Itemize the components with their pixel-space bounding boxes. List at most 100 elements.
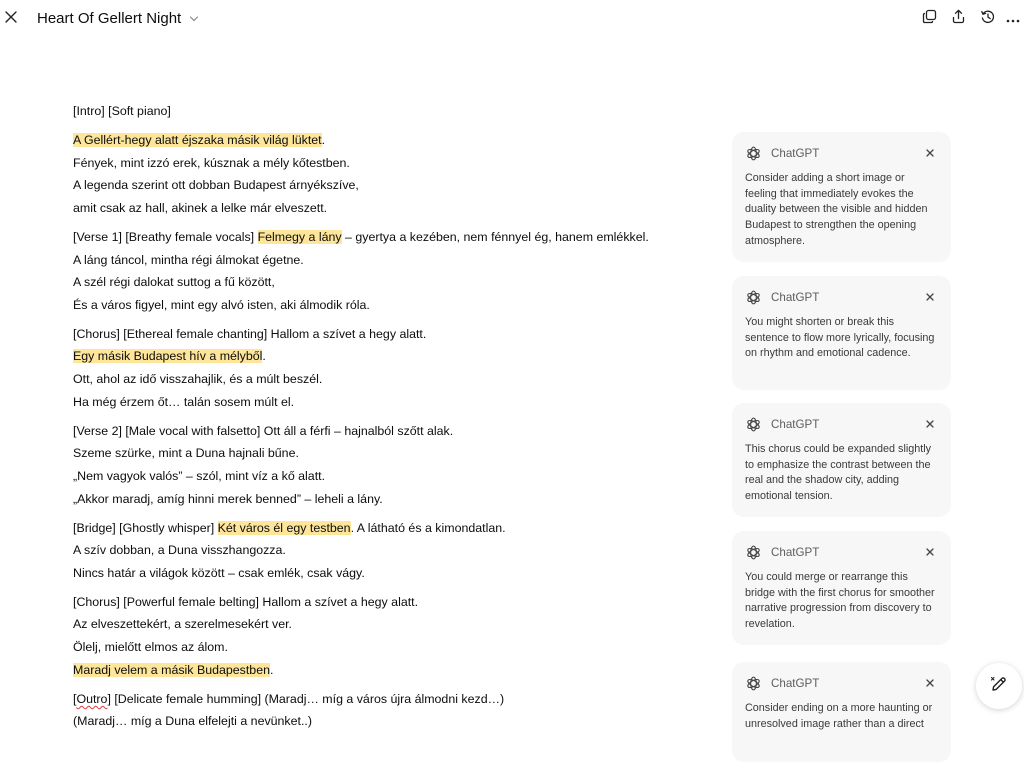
text-segment: [Bridge] [Ghostly whisper] <box>73 520 218 535</box>
text-segment: [Verse 1] [Breathy female vocals] <box>73 229 258 244</box>
text-line: Fények, mint izzó erek, kúsznak a mély k… <box>73 152 713 175</box>
comment-header: ChatGPT <box>745 288 937 306</box>
comment-header: ChatGPT <box>745 415 937 433</box>
highlighted-text[interactable]: A Gellért-hegy alatt éjszaka másik világ… <box>73 133 322 148</box>
comment-card[interactable]: ChatGPT Consider adding a short image or… <box>732 132 951 262</box>
text-segment: amit csak az hall, akinek a lelke már el… <box>73 200 328 215</box>
comment-text: You might shorten or break this sentence… <box>745 316 935 360</box>
edit-icon <box>989 674 1009 699</box>
text-segment: Ha még érzem őt… talán sosem múlt el. <box>73 394 295 409</box>
comment-author: ChatGPT <box>771 290 820 304</box>
text-segment: [Chorus] [Ethereal female chanting] Hall… <box>73 326 427 341</box>
dismiss-comment-button[interactable] <box>923 545 937 559</box>
document-editor[interactable]: [Intro] [Soft piano] A Gellért-hegy alatt… <box>73 100 713 739</box>
text-line: „Nem vagyok valós” – szól, mint víz a kő… <box>73 465 713 488</box>
top-bar: Heart Of Gellert Night <box>0 0 1024 40</box>
close-icon <box>926 674 934 692</box>
copy-icon <box>922 9 937 29</box>
document-title: Heart Of Gellert Night <box>37 10 182 27</box>
comment-card[interactable]: ChatGPT Consider ending on a more haunti… <box>732 662 951 762</box>
comment-card[interactable]: ChatGPT This chorus could be expanded sl… <box>732 403 951 517</box>
share-button[interactable] <box>944 8 973 30</box>
text-segment: [Verse 2] [Male vocal with falsetto] Ott… <box>73 423 454 438</box>
dismiss-comment-button[interactable] <box>923 417 937 431</box>
text-line: Szeme szürke, mint a Duna hajnali bűne. <box>73 442 713 465</box>
text-segment: A szél régi dalokat suttog a fű között, <box>73 275 275 290</box>
top-actions <box>915 8 1024 30</box>
text-segment: Fények, mint izzó erek, kúsznak a mély k… <box>73 155 350 170</box>
comment-header: ChatGPT <box>745 674 937 692</box>
text-segment: Szeme szürke, mint a Duna hajnali bűne. <box>73 446 299 461</box>
highlighted-text[interactable]: Felmegy a lány <box>257 229 342 244</box>
text-line: amit csak az hall, akinek a lelke már el… <box>73 197 713 220</box>
close-button[interactable] <box>2 9 20 29</box>
text-segment: [Chorus] [Powerful female belting] Hallo… <box>73 594 419 609</box>
text-line: És a város figyel, mint egy alvó isten, … <box>73 294 713 317</box>
comment-card[interactable]: ChatGPT You might shorten or break this … <box>732 276 951 390</box>
text-line: [Bridge] [Ghostly whisper] Két város él … <box>73 517 713 540</box>
text-segment: És a város figyel, mint egy alvó isten, … <box>73 297 370 312</box>
text-line: (Maradj… míg a Duna elfelejti a nevünket… <box>73 710 713 733</box>
more-icon <box>1006 10 1020 28</box>
more-button[interactable] <box>1002 8 1024 30</box>
text-line: [Chorus] [Ethereal female chanting] Hall… <box>73 323 713 346</box>
text-segment: . A látható és a kimondatlan. <box>350 520 506 535</box>
text-segment: . <box>321 133 326 148</box>
text-segment: . <box>269 662 274 677</box>
text-segment: Nincs határ a világok között – csak emlé… <box>73 565 365 580</box>
highlighted-text[interactable]: Egy másik Budapest hív a mélyből <box>73 349 263 364</box>
text-segment: A szív dobban, a Duna visszhangozza. <box>73 543 286 558</box>
text-line: A szél régi dalokat suttog a fű között, <box>73 271 713 294</box>
copy-button[interactable] <box>915 8 944 30</box>
comment-text: Consider ending on a more haunting or un… <box>745 702 933 730</box>
highlighted-text[interactable]: Maradj velem a másik Budapestben <box>73 662 270 677</box>
dismiss-comment-button[interactable] <box>923 146 937 160</box>
share-icon <box>951 9 966 29</box>
chatgpt-logo-icon <box>745 145 762 162</box>
dismiss-comment-button[interactable] <box>923 676 937 690</box>
text-line: A láng táncol, mintha régi álmokat égetn… <box>73 249 713 272</box>
comment-author: ChatGPT <box>771 417 820 431</box>
dismiss-comment-button[interactable] <box>923 290 937 304</box>
chatgpt-logo-icon <box>745 416 762 433</box>
close-icon <box>926 144 934 162</box>
text-segment: Ott, ahol az idő visszahajlik, és a múlt… <box>73 372 323 387</box>
comment-header: ChatGPT <box>745 543 937 561</box>
text-line: A szív dobban, a Duna visszhangozza. <box>73 539 713 562</box>
text-segment: – gyertya a kezében, nem fénnyel ég, han… <box>341 229 649 244</box>
comment-header: ChatGPT <box>745 144 937 162</box>
text-segment: [Intro] [Soft piano] <box>73 104 171 118</box>
comment-text: You could merge or rearrange this bridge… <box>745 571 935 631</box>
close-icon <box>926 288 934 306</box>
text-line: Egy másik Budapest hív a mélyből. <box>73 345 713 368</box>
chevron-down-icon <box>189 15 199 23</box>
text-line: A legenda szerint ott dobban Budapest ár… <box>73 174 713 197</box>
close-icon <box>5 10 17 28</box>
text-segment: (Maradj… míg a Duna elfelejti a nevünket… <box>73 714 312 729</box>
misspelled-word[interactable]: Outro <box>76 692 107 706</box>
text-line: A Gellért-hegy alatt éjszaka másik világ… <box>73 129 713 152</box>
text-line: „Akkor maradj, amíg hinni merek benned” … <box>73 488 713 511</box>
text-segment: A láng táncol, mintha régi álmokat égetn… <box>73 252 304 267</box>
paragraph: [Verse 1] [Breathy female vocals] Felmeg… <box>73 226 713 316</box>
close-icon <box>926 415 934 433</box>
edit-button[interactable] <box>976 663 1022 709</box>
text-segment: „Akkor maradj, amíg hinni merek benned” … <box>73 491 383 506</box>
paragraph: [Chorus] [Ethereal female chanting] Hall… <box>73 323 713 413</box>
paragraph: [Chorus] [Powerful female belting] Hallo… <box>73 591 713 681</box>
text-segment: „Nem vagyok valós” – szól, mint víz a kő… <box>73 468 326 483</box>
text-segment: A legenda szerint ott dobban Budapest ár… <box>73 178 359 193</box>
paragraph: [Outro] [Delicate female humming] (Marad… <box>73 688 713 733</box>
comment-author: ChatGPT <box>771 676 820 690</box>
text-segment: ] [Delicate female humming] (Maradj… míg… <box>107 691 505 706</box>
text-segment: Ölelj, mielőtt elmos az álom. <box>73 640 228 655</box>
document-title-dropdown[interactable]: Heart Of Gellert Night <box>37 10 199 27</box>
text-line: Ölelj, mielőtt elmos az álom. <box>73 636 713 659</box>
paragraph: [Verse 2] [Male vocal with falsetto] Ott… <box>73 420 713 510</box>
paragraph: A Gellért-hegy alatt éjszaka másik világ… <box>73 129 713 219</box>
chatgpt-logo-icon <box>745 544 762 561</box>
history-button[interactable] <box>973 8 1002 30</box>
highlighted-text[interactable]: Két város él egy testben <box>217 520 351 535</box>
comment-card[interactable]: ChatGPT You could merge or rearrange thi… <box>732 531 951 645</box>
text-line: Maradj velem a másik Budapestben. <box>73 659 713 682</box>
